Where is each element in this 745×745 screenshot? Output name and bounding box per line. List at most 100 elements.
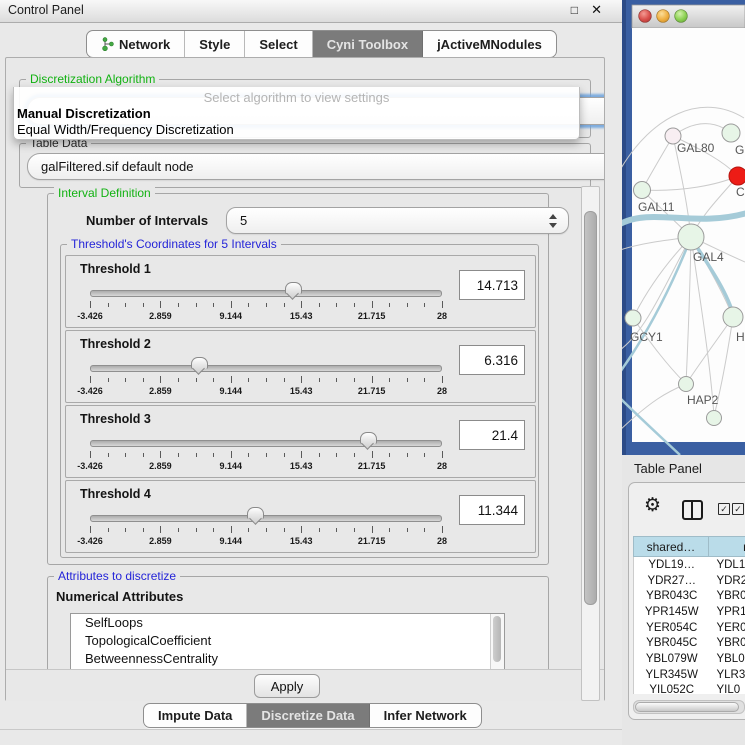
popup-option-manual[interactable]: Manual Discretization bbox=[17, 106, 151, 121]
node-hap2[interactable] bbox=[679, 377, 694, 392]
thresholds-group: Threshold's Coordinates for 5 Intervals … bbox=[60, 244, 539, 558]
threshold-2-slider[interactable]: -3.426 2.859 9.144 15.43 21.715 28 bbox=[90, 355, 442, 399]
table-row[interactable]: YBR043C YBR0 bbox=[634, 588, 745, 604]
scale-label: 15.43 bbox=[290, 386, 313, 396]
column-header-shared-name[interactable]: shared… bbox=[634, 537, 709, 556]
cell-name[interactable]: YBR0 bbox=[709, 588, 745, 604]
table-row[interactable]: YDL19… YDL1 bbox=[634, 557, 745, 573]
slider-track[interactable] bbox=[90, 515, 442, 522]
table-horizontal-scrollbar[interactable] bbox=[633, 700, 745, 714]
numerical-attributes-label: Numerical Attributes bbox=[56, 589, 183, 604]
slider-thumb[interactable] bbox=[285, 282, 302, 294]
cell-shared-name[interactable]: YBR045C bbox=[634, 635, 709, 651]
popup-option-equal-width[interactable]: Equal Width/Frequency Discretization bbox=[17, 122, 234, 137]
checkbox-icon-1[interactable]: ✓ bbox=[718, 503, 730, 515]
slider-ticks bbox=[90, 376, 442, 385]
slider-track[interactable] bbox=[90, 440, 442, 447]
settings-gear-icon[interactable]: ⚙ bbox=[644, 495, 661, 517]
threshold-3-value-input[interactable] bbox=[459, 420, 525, 450]
float-window-icon[interactable]: □ bbox=[571, 3, 578, 17]
panel-scrollbar[interactable] bbox=[581, 186, 600, 701]
table-row[interactable]: YLR345W YLR3 bbox=[634, 667, 745, 683]
slider-track[interactable] bbox=[90, 290, 442, 297]
node-partial-top[interactable] bbox=[722, 124, 740, 142]
network-view-window[interactable]: GAL80 G C GAL11 GAL4 GCY1 H HAP2 bbox=[622, 0, 745, 455]
cell-name[interactable]: YDR2 bbox=[709, 573, 745, 589]
threshold-1-slider[interactable]: -3.426 2.859 9.144 15.43 21.715 28 bbox=[90, 280, 442, 324]
node-red-selected[interactable] bbox=[729, 167, 745, 185]
mac-zoom-button[interactable] bbox=[675, 10, 688, 23]
node-gal4[interactable] bbox=[678, 224, 704, 250]
numerical-attributes-list[interactable]: SelfLoops TopologicalCoefficient Between… bbox=[70, 613, 505, 669]
mac-close-button[interactable] bbox=[639, 10, 652, 23]
tab-discretize-data[interactable]: Discretize Data bbox=[247, 704, 369, 727]
scale-label: 21.715 bbox=[358, 461, 386, 471]
threshold-2-value-input[interactable] bbox=[459, 345, 525, 375]
threshold-4-value-input[interactable] bbox=[459, 495, 525, 525]
tab-style[interactable]: Style bbox=[185, 31, 245, 57]
tab-select[interactable]: Select bbox=[245, 31, 312, 57]
panel-scrollbar-thumb[interactable] bbox=[584, 211, 597, 605]
cell-name[interactable]: YBL0 bbox=[709, 651, 745, 667]
mac-minimize-button[interactable] bbox=[657, 10, 670, 23]
close-icon[interactable]: ✕ bbox=[591, 2, 602, 18]
checkbox-icon-2[interactable]: ✓ bbox=[732, 503, 744, 515]
tab-jactivemnodules[interactable]: jActiveMNodules bbox=[423, 31, 556, 57]
cell-name[interactable]: YIL0 bbox=[709, 683, 745, 695]
threshold-3-slider[interactable]: -3.426 2.859 9.144 15.43 21.715 28 bbox=[90, 430, 442, 474]
split-view-icon[interactable] bbox=[682, 500, 703, 520]
label-gal11: GAL11 bbox=[638, 200, 675, 214]
tab-impute-data[interactable]: Impute Data bbox=[144, 704, 247, 727]
tab-network[interactable]: Network bbox=[87, 31, 185, 57]
cell-name[interactable]: YDL1 bbox=[709, 557, 745, 573]
table-row[interactable]: YBR045C YBR0 bbox=[634, 635, 745, 651]
attributes-group: Attributes to discretize Numerical Attri… bbox=[47, 576, 549, 669]
slider-thumb[interactable] bbox=[360, 432, 377, 444]
cell-shared-name[interactable]: YBR043C bbox=[634, 588, 709, 604]
cell-shared-name[interactable]: YER054C bbox=[634, 620, 709, 636]
threshold-4-slider[interactable]: -3.426 2.859 9.144 15.43 21.715 28 bbox=[90, 505, 442, 549]
list-scrollbar-thumb[interactable] bbox=[493, 616, 501, 662]
cell-shared-name[interactable]: YDR27… bbox=[634, 573, 709, 589]
threshold-1-value-input[interactable] bbox=[459, 270, 525, 300]
label-gal4: GAL4 bbox=[693, 250, 724, 264]
cell-name[interactable]: YBR0 bbox=[709, 635, 745, 651]
table-data-combobox[interactable]: galFiltered.sif default node bbox=[27, 153, 604, 180]
tab-infer-network[interactable]: Infer Network bbox=[370, 704, 481, 727]
number-of-intervals-combobox[interactable]: 5 bbox=[226, 207, 569, 234]
scale-label: 28 bbox=[437, 461, 447, 471]
tab-network-label: Network bbox=[119, 37, 170, 52]
list-item-betweennesscentrality[interactable]: BetweennessCentrality bbox=[71, 650, 504, 668]
cell-shared-name[interactable]: YIL052C bbox=[634, 683, 709, 695]
cell-name[interactable]: YLR3 bbox=[709, 667, 745, 683]
list-scrollbar[interactable] bbox=[490, 614, 504, 669]
apply-button[interactable]: Apply bbox=[254, 674, 320, 698]
table-row[interactable]: YDR27… YDR2 bbox=[634, 573, 745, 589]
table-panel-section: Table Panel ⚙ ✓ ✓ shared… n YDL19… YDL1 … bbox=[622, 455, 745, 745]
table-rows[interactable]: YDL19… YDL1 YDR27… YDR2 YBR043C YBR0 YPR… bbox=[633, 557, 745, 694]
column-header-name[interactable]: n bbox=[709, 537, 745, 556]
node-h[interactable] bbox=[723, 307, 743, 327]
slider-thumb[interactable] bbox=[191, 357, 208, 369]
scale-label: -3.426 bbox=[77, 386, 103, 396]
node-bottom[interactable] bbox=[707, 411, 722, 426]
network-canvas-svg[interactable]: GAL80 G C GAL11 GAL4 GCY1 H HAP2 bbox=[622, 0, 745, 455]
cell-shared-name[interactable]: YBL079W bbox=[634, 651, 709, 667]
table-row[interactable]: YPR145W YPR1 bbox=[634, 604, 745, 620]
slider-track[interactable] bbox=[90, 365, 442, 372]
list-item-topologicalcoefficient[interactable]: TopologicalCoefficient bbox=[71, 632, 504, 650]
slider-thumb[interactable] bbox=[247, 507, 264, 519]
cell-shared-name[interactable]: YDL19… bbox=[634, 557, 709, 573]
node-gal11[interactable] bbox=[634, 182, 651, 199]
cell-shared-name[interactable]: YPR145W bbox=[634, 604, 709, 620]
node-gcy1[interactable] bbox=[625, 310, 641, 326]
table-row[interactable]: YER054C YER0 bbox=[634, 620, 745, 636]
table-row[interactable]: YBL079W YBL0 bbox=[634, 651, 745, 667]
cell-shared-name[interactable]: YLR345W bbox=[634, 667, 709, 683]
cell-name[interactable]: YER0 bbox=[709, 620, 745, 636]
table-row[interactable]: YIL052C YIL0 bbox=[634, 683, 745, 695]
tab-cyni-toolbox[interactable]: Cyni Toolbox bbox=[313, 31, 423, 57]
table-hscrollbar-thumb[interactable] bbox=[635, 702, 739, 712]
list-item-selfloops[interactable]: SelfLoops bbox=[71, 614, 504, 632]
cell-name[interactable]: YPR1 bbox=[709, 604, 745, 620]
